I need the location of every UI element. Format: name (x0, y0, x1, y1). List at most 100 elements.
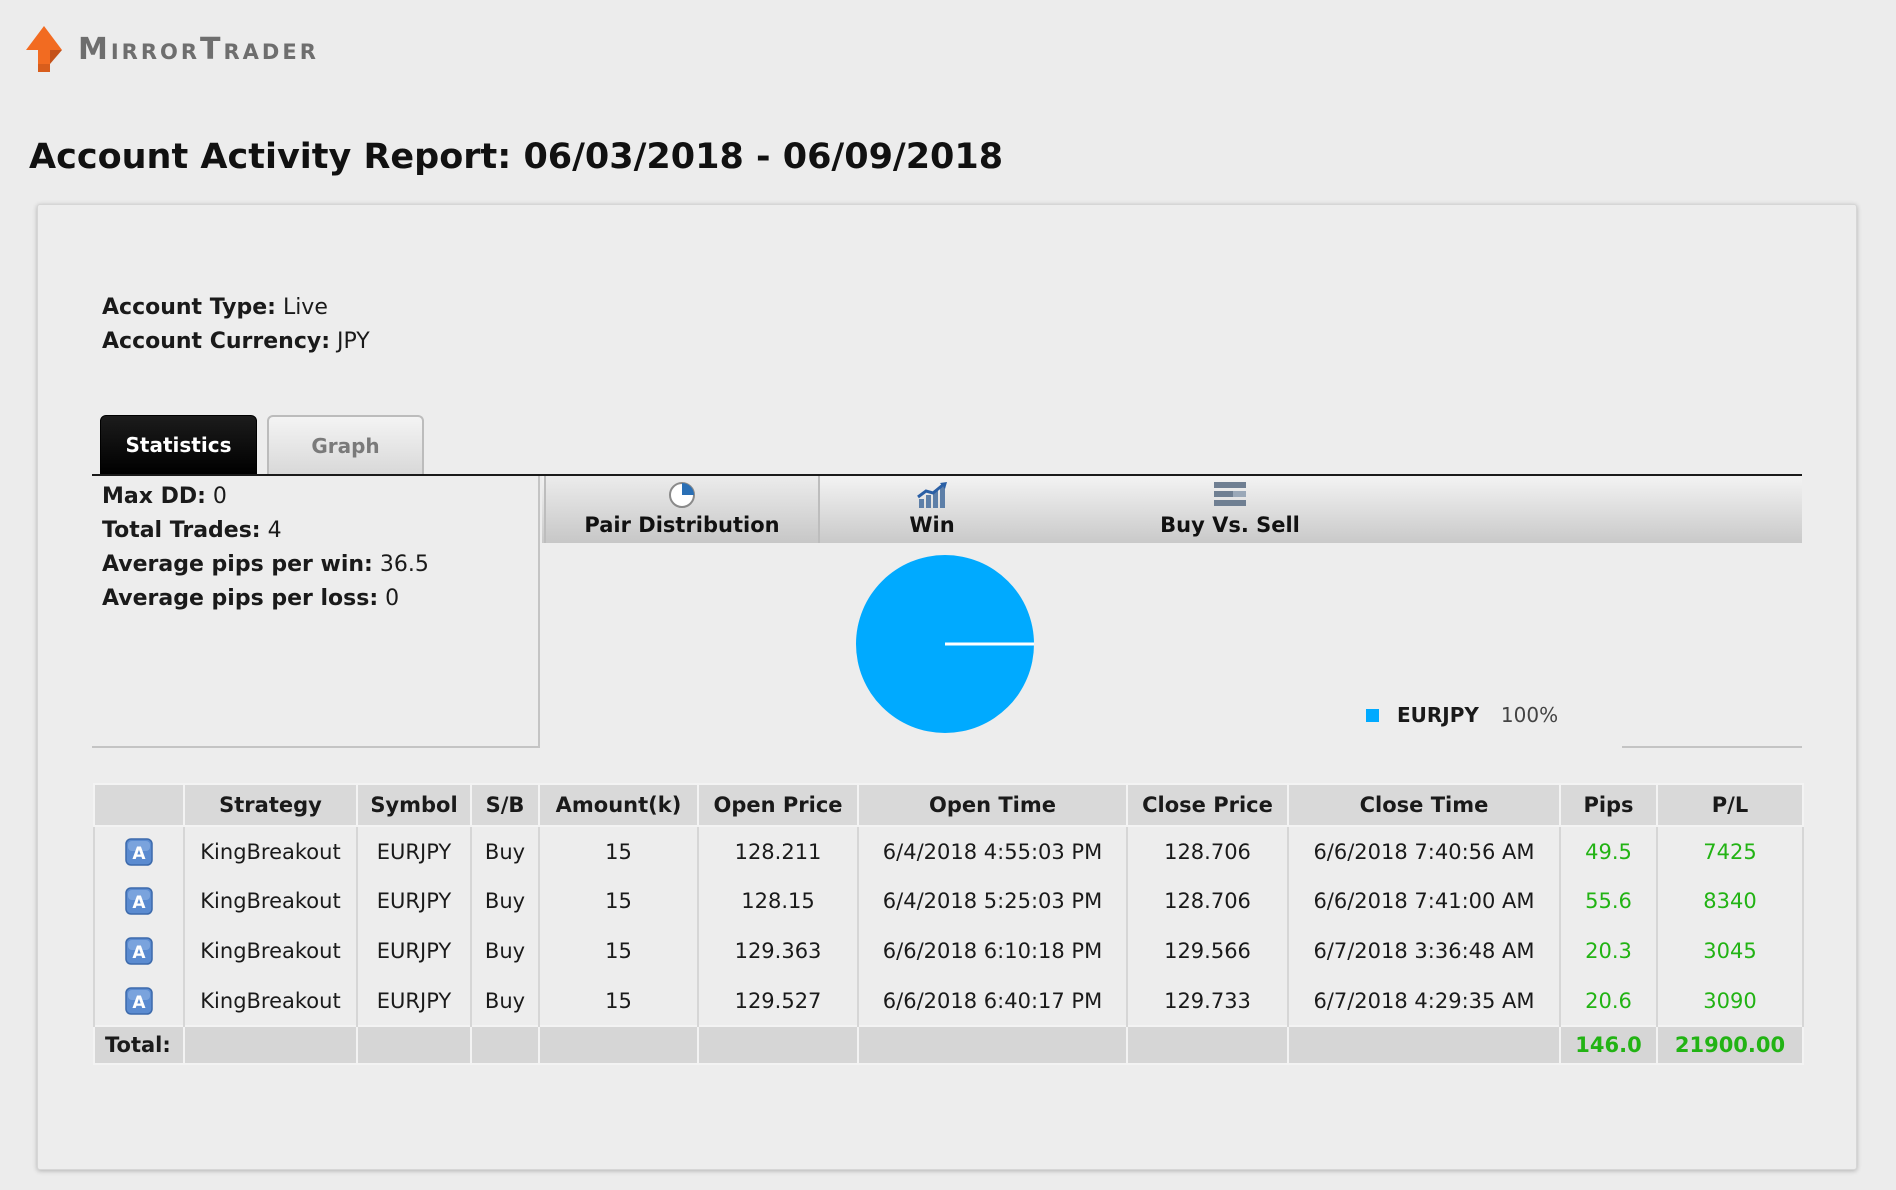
cell-close-time: 6/6/2018 7:41:00 AM (1287, 876, 1561, 926)
column-header[interactable]: Amount(k) (538, 783, 699, 827)
cell-open-price: 129.527 (697, 976, 859, 1026)
pie-chart-icon (669, 482, 695, 508)
column-header[interactable]: S/B (470, 783, 540, 827)
svg-text:A: A (132, 893, 146, 913)
cell-open-time: 6/6/2018 6:10:18 PM (857, 926, 1128, 976)
cell-icon[interactable]: A (93, 976, 185, 1026)
cell-symbol: EURJPY (356, 876, 472, 926)
cell-strategy: KingBreakout (183, 826, 358, 876)
cell-amount: 15 (538, 826, 699, 876)
cell-symbol: EURJPY (356, 976, 472, 1026)
strategy-a-icon[interactable]: A (125, 937, 153, 965)
cell-side: Buy (470, 926, 540, 976)
cell-close-price: 128.706 (1126, 826, 1289, 876)
total-pips: 146.0 (1559, 1025, 1658, 1065)
stat-value: 0 (212, 484, 227, 509)
account-currency-label: Account Currency: (102, 329, 330, 354)
report-panel: Account Type: Live Account Currency: JPY… (37, 204, 1857, 1170)
pair-distribution-button[interactable]: Pair Distribution (544, 476, 820, 543)
pair-distribution-pie (856, 555, 1034, 733)
legend-label: EURJPY (1397, 703, 1479, 727)
stat-avg-pips-win: Average pips per win: 36.5 (102, 552, 429, 577)
cell-icon[interactable]: A (93, 876, 185, 926)
column-header[interactable]: Close Price (1126, 783, 1289, 827)
stacked-bars-icon (1214, 482, 1246, 506)
strategy-a-icon[interactable]: A (125, 837, 153, 866)
cell-symbol: EURJPY (356, 826, 472, 876)
cell-amount: 15 (538, 926, 699, 976)
stat-value: 0 (385, 586, 400, 611)
legend-percent: 100% (1500, 703, 1559, 727)
column-header[interactable]: Strategy (183, 783, 358, 827)
cell-open-price: 128.211 (697, 826, 859, 876)
logo-text: MirrorTrader (78, 31, 319, 67)
stat-max-dd: Max DD: 0 (102, 484, 227, 509)
cell-pl: 3045 (1656, 926, 1804, 976)
cell-pl: 3090 (1656, 976, 1804, 1026)
stat-avg-pips-loss: Average pips per loss: 0 (102, 586, 399, 611)
cell-close-time: 6/7/2018 4:29:35 AM (1287, 976, 1561, 1026)
total-pl: 21900.00 (1656, 1025, 1804, 1065)
table-row[interactable]: A KingBreakout EURJPY Buy 15 128.211 6/4/2018 … (93, 826, 1804, 876)
cell-icon[interactable]: A (93, 826, 185, 876)
stat-label: Max DD: (102, 484, 206, 509)
bar-trend-icon (917, 482, 947, 508)
stat-value: 36.5 (379, 552, 429, 577)
column-header[interactable]: Open Price (697, 783, 859, 827)
cell-strategy: KingBreakout (183, 976, 358, 1026)
cell-side: Buy (470, 976, 540, 1026)
svg-text:A: A (132, 943, 146, 963)
cell-pl: 8340 (1656, 876, 1804, 926)
table-row[interactable]: A KingBreakout EURJPY Buy 15 129.527 6/6/2018 … (93, 976, 1804, 1026)
column-header[interactable]: Open Time (857, 783, 1128, 827)
mirrortrader-logo: MirrorTrader (24, 24, 319, 74)
column-header[interactable]: Symbol (356, 783, 472, 827)
total-label: Total: (93, 1025, 185, 1065)
cell-amount: 15 (538, 876, 699, 926)
cell-open-price: 128.15 (697, 876, 859, 926)
total-row: Total: 146.0 21900.00 (93, 1025, 1804, 1065)
cell-amount: 15 (538, 976, 699, 1026)
cell-close-time: 6/7/2018 3:36:48 AM (1287, 926, 1561, 976)
column-header[interactable]: Pips (1559, 783, 1658, 827)
stat-label: Average pips per loss: (102, 586, 379, 611)
cell-open-time: 6/6/2018 6:40:17 PM (857, 976, 1128, 1026)
buy-vs-sell-button[interactable]: Buy Vs. Sell (1140, 476, 1320, 543)
column-header[interactable]: Close Time (1287, 783, 1561, 827)
tab-graph[interactable]: Graph (267, 415, 424, 475)
account-currency-value: JPY (337, 329, 370, 354)
buy-vs-sell-label: Buy Vs. Sell (1160, 513, 1300, 537)
cell-pips: 49.5 (1559, 826, 1658, 876)
tab-statistics[interactable]: Statistics (100, 415, 257, 475)
win-label: Win (909, 513, 955, 537)
cell-strategy: KingBreakout (183, 926, 358, 976)
cell-side: Buy (470, 876, 540, 926)
stat-label: Total Trades: (102, 518, 261, 543)
cell-side: Buy (470, 826, 540, 876)
stat-total-trades: Total Trades: 4 (102, 518, 282, 543)
pair-distribution-label: Pair Distribution (584, 513, 780, 537)
cell-pl: 7425 (1656, 826, 1804, 876)
strategy-a-icon[interactable]: A (125, 986, 153, 1015)
column-header[interactable]: P/L (1656, 783, 1804, 827)
cell-open-price: 129.363 (697, 926, 859, 976)
pie-legend: EURJPY 100% (1366, 703, 1558, 727)
strategy-a-icon[interactable]: A (125, 887, 153, 915)
statistics-box: Max DD: 0 Total Trades: 4 Average pips p… (92, 476, 540, 748)
cell-close-price: 129.566 (1126, 926, 1289, 976)
account-type-label: Account Type: (102, 295, 276, 320)
table-row[interactable]: A KingBreakout EURJPY Buy 15 128.15 6/4/2018 5… (93, 876, 1804, 926)
cell-pips: 55.6 (1559, 876, 1658, 926)
cell-strategy: KingBreakout (183, 876, 358, 926)
table-row[interactable]: A KingBreakout EURJPY Buy 15 129.363 6/6/2018 … (93, 926, 1804, 976)
column-header (93, 783, 185, 827)
report-title: Account Activity Report: 06/03/2018 - 06… (29, 137, 1004, 177)
cell-pips: 20.6 (1559, 976, 1658, 1026)
svg-text:A: A (132, 844, 146, 864)
account-type: Account Type: Live (102, 295, 328, 320)
cell-icon[interactable]: A (93, 926, 185, 976)
win-button[interactable]: Win (842, 476, 1022, 543)
cell-symbol: EURJPY (356, 926, 472, 976)
cell-open-time: 6/4/2018 4:55:03 PM (857, 826, 1128, 876)
table-header-row: Strategy Symbol S/B Amount(k) Open Price… (93, 783, 1804, 827)
